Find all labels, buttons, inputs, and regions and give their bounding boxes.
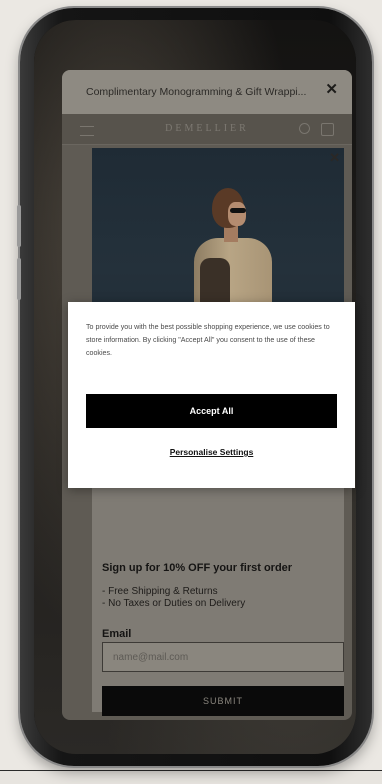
volume-down-button — [17, 258, 21, 300]
desk-edge — [0, 770, 382, 784]
site-header: DEMELLIER — [62, 114, 352, 145]
cookie-banner: To provide you with the best possible sh… — [68, 302, 355, 488]
signup-heading: Sign up for 10% OFF your first order — [102, 562, 293, 574]
email-field[interactable] — [102, 642, 344, 672]
promo-close-icon[interactable]: ✕ — [325, 82, 338, 97]
promo-bar: Complimentary Monogramming & Gift Wrappi… — [62, 70, 352, 114]
promo-text: Complimentary Monogramming & Gift Wrappi… — [86, 86, 307, 98]
email-label: Email — [102, 628, 132, 640]
volume-up-button — [17, 205, 21, 247]
sunglasses — [230, 208, 246, 213]
search-icon[interactable] — [299, 123, 310, 134]
accept-all-button[interactable]: Accept All — [86, 394, 337, 428]
perk-item: - Free Shipping & Returns — [102, 586, 218, 597]
perk-item: - No Taxes or Duties on Delivery — [102, 598, 246, 609]
cookie-message: To provide you with the best possible sh… — [86, 323, 330, 357]
popup-close-icon[interactable]: ✕ — [329, 150, 340, 166]
submit-button[interactable]: SUBMIT — [102, 686, 344, 716]
personalise-settings-link[interactable]: Personalise Settings — [68, 447, 355, 457]
bag-icon[interactable] — [321, 123, 334, 136]
